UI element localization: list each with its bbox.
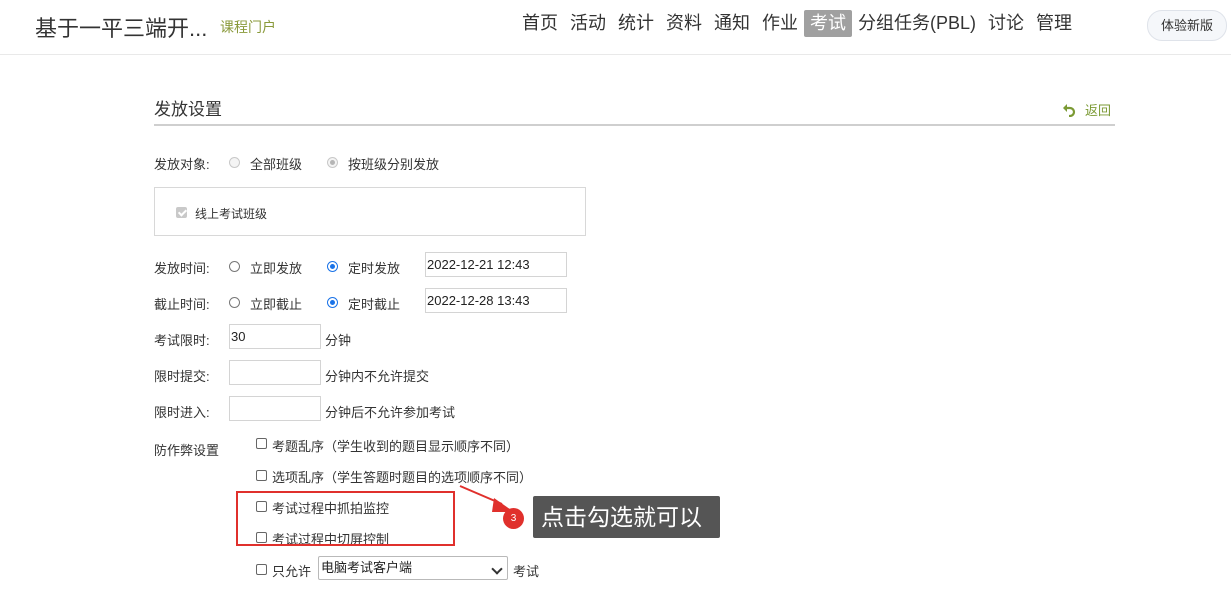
nav-home[interactable]: 首页 [516,10,564,37]
main-nav: 首页 活动 统计 资料 通知 作业 考试 分组任务(PBL) 讨论 管理 [516,10,1078,37]
course-title[interactable]: 基于一平三端开... [35,11,207,43]
shuffle-options-checkbox[interactable] [256,470,267,481]
submit-limit-input[interactable] [229,360,321,385]
nav-materials[interactable]: 资料 [660,10,708,37]
nav-exam[interactable]: 考试 [804,10,852,37]
submit-limit-suffix: 分钟内不允许提交 [325,369,430,384]
submit-limit-value [230,365,231,380]
highlight-rectangle [236,491,455,546]
online-class-label: 线上考试班级 [195,207,268,221]
online-class-checkbox[interactable] [176,207,187,218]
option-deadline-now: 立即截止 [250,297,303,312]
top-header: 基于一平三端开... 课程门户 首页 活动 统计 资料 通知 作业 考试 分组任… [0,0,1231,55]
option-release-scheduled: 定时发放 [348,261,401,276]
back-label: 返回 [1085,103,1112,118]
step-number-badge: 3 [503,508,524,529]
back-arrow-icon [1063,103,1076,117]
radio-by-class[interactable] [327,157,338,168]
option-all-classes: 全部班级 [250,157,303,172]
option-release-now: 立即发放 [250,261,303,276]
annotation-callout: 点击勾选就可以 [533,496,720,538]
entry-limit-value [230,401,231,416]
nav-statistics[interactable]: 统计 [612,10,660,37]
client-type-value: 电脑考试客户端 [321,560,413,575]
radio-release-scheduled[interactable] [327,261,338,272]
title-divider [154,124,1115,126]
shuffle-questions-checkbox[interactable] [256,438,267,449]
time-limit-label: 考试限时: [154,333,210,348]
course-portal-link[interactable]: 课程门户 [220,17,276,37]
try-new-version-button[interactable]: 体验新版 [1147,10,1227,41]
allow-only-suffix: 考试 [513,564,540,579]
client-type-select[interactable]: 电脑考试客户端 [318,556,508,580]
release-time-field[interactable]: 2022-12-21 12:43 [425,252,567,277]
shuffle-questions-label: 考题乱序（学生收到的题目显示顺序不同） [272,439,520,454]
option-deadline-scheduled: 定时截止 [348,297,401,312]
option-by-class: 按班级分别发放 [348,157,440,172]
submit-limit-label: 限时提交: [154,369,210,384]
radio-deadline-scheduled[interactable] [327,297,338,308]
anti-cheat-label: 防作弊设置 [154,443,220,458]
nav-manage[interactable]: 管理 [1030,10,1078,37]
radio-deadline-now[interactable] [229,297,240,308]
radio-release-now[interactable] [229,261,240,272]
nav-group-task[interactable]: 分组任务(PBL) [852,10,982,37]
entry-limit-label: 限时进入: [154,405,210,420]
nav-activity[interactable]: 活动 [564,10,612,37]
page-title: 发放设置 [154,100,222,119]
deadline-field[interactable]: 2022-12-28 13:43 [425,288,567,313]
nav-homework[interactable]: 作业 [756,10,804,37]
deadline-label: 截止时间: [154,297,210,312]
radio-all-classes[interactable] [229,157,240,168]
back-link[interactable]: 返回 [1062,100,1111,119]
allow-only-label: 只允许 [272,564,312,579]
allow-only-checkbox[interactable] [256,564,267,575]
nav-notice[interactable]: 通知 [708,10,756,37]
entry-limit-suffix: 分钟后不允许参加考试 [325,405,456,420]
entry-limit-input[interactable] [229,396,321,421]
target-label: 发放对象: [154,157,210,172]
time-limit-value: 30 [231,329,246,344]
time-limit-unit: 分钟 [325,333,352,348]
chevron-down-icon [491,563,503,575]
release-time-label: 发放时间: [154,261,210,276]
release-time-value: 2022-12-21 12:43 [427,257,530,272]
time-limit-input[interactable]: 30 [229,324,321,349]
deadline-value: 2022-12-28 13:43 [427,293,530,308]
nav-discussion[interactable]: 讨论 [982,10,1030,37]
